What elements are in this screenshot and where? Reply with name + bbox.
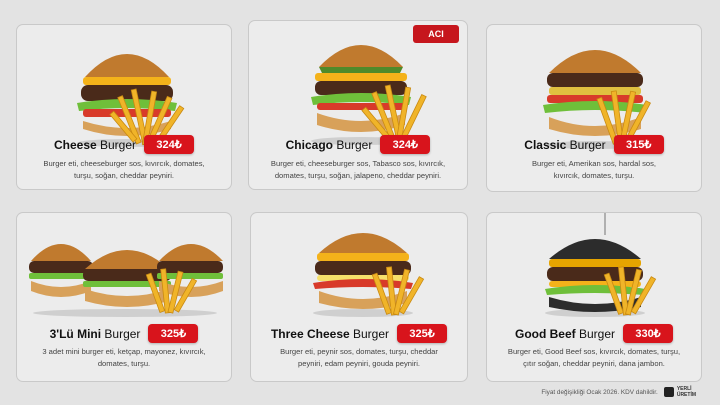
product-title: Cheese Burger [53,137,137,152]
price-badge: 325₺ [397,324,448,343]
burger-image [77,54,185,147]
product-title: Chicago Burger [285,137,373,152]
product-title: 3'Lü Mini Burger [49,326,141,341]
price-badge: 315₺ [613,135,664,154]
price-badge: 325₺ [148,324,199,343]
menu-card-chicago-burger[interactable]: ACI Chicago Burger 324₺ Burger eti, chee… [248,20,468,190]
price-badge: 330₺ [623,324,674,343]
footer: Fiyat değişikliği Ocak 2026. KDV dahildi… [541,386,696,398]
menu-card-good-beef-burger[interactable]: Good Beef Burger 330₺ Burger eti, Good B… [486,212,702,382]
product-description: Burger eti, Amerikan sos, hardal sos, kıv… [531,159,657,180]
product-title: Good Beef Burger [514,326,616,341]
product-description: Burger eti, peynir sos, domates, turşu, … [280,347,438,368]
product-title: Three Cheese Burger [270,326,390,341]
menu-card-classic-burger[interactable]: Classic Burger 315₺ Burger eti, Amerikan… [486,24,702,192]
product-description: Burger eti, cheeseburger sos, Tabasco so… [270,159,446,180]
local-production-badge: YERLİ ÜRETİM [663,386,696,398]
flag-icon [604,213,606,235]
product-description: 3 adet mini burger eti, ketçap, mayonez,… [42,347,206,368]
burger-image [545,213,657,317]
product-title: Classic Burger [524,137,606,152]
burger-image [313,233,425,317]
badge-line-2: ÜRETİM [676,392,696,398]
local-production-icon [663,387,674,397]
footer-note: Fiyat değişikliği Ocak 2026. KDV dahildi… [541,388,658,396]
menu-card-mini-burger[interactable]: 3'Lü Mini Burger 325₺ 3 adet mini burger… [16,212,232,382]
product-description: Burger eti, Good Beef sos, kıvırcık, dom… [507,347,681,368]
menu-card-three-cheese-burger[interactable]: Three Cheese Burger 325₺ Burger eti, pey… [250,212,468,382]
burger-image [311,45,427,145]
burger-image [29,244,223,317]
burger-image [543,50,651,149]
price-badge: 324₺ [380,135,431,154]
product-description: Burger eti, cheeseburger sos, kıvırcık, … [43,159,205,180]
price-badge: 324₺ [144,135,195,154]
menu-card-cheese-burger[interactable]: Cheese Burger 324₺ Burger eti, cheesebur… [16,24,232,190]
